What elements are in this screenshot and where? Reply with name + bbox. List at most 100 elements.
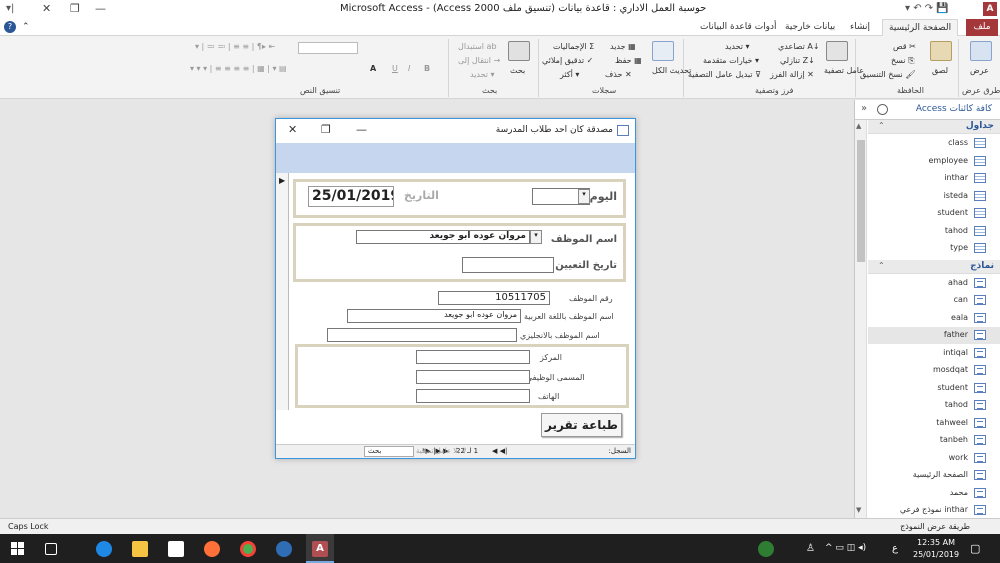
edge-icon[interactable] [96,541,112,557]
collapse-icon[interactable]: ⌃ [878,261,885,270]
nav-section-header[interactable]: ⌃ نماذج [868,259,1000,274]
paste-icon[interactable] [930,41,952,61]
find-button[interactable]: بحث [510,66,525,75]
format-icons[interactable]: ▤ ▾ | ▦ | ≡ ≡ ≡ ≡ | ▾ ▾ ▾ [190,64,287,73]
view-icon[interactable] [970,41,992,61]
nav-table-item[interactable]: tahod [868,223,1000,240]
nav-table-item[interactable]: student [868,205,1000,222]
nav-form-item[interactable]: eala [868,310,1000,327]
nav-form-item[interactable]: student [868,380,1000,397]
qat-icon[interactable]: ▾| [6,3,14,14]
refresh-all-icon[interactable] [652,41,674,61]
cut-button[interactable]: ✂ قص [893,42,916,51]
nav-form-item[interactable]: mosdqat [868,362,1000,379]
qat-customize-icon[interactable]: ▾ ↶ ↷ 💾 [905,3,949,14]
nav-form-item[interactable]: intiqal [868,345,1000,362]
nav-form-item[interactable]: نموذج فرعي inthar [868,502,1000,519]
sort-ascending-button[interactable]: ↓A تصاعدي [778,42,820,51]
font-size-combo[interactable] [298,42,358,54]
form-minimize-button[interactable]: — [356,123,367,136]
people-icon[interactable]: ♙ [806,543,815,554]
clock-date[interactable]: 25/01/2019 [913,550,959,559]
nav-form-item[interactable]: ahad [868,275,1000,292]
font-grow-button[interactable]: A [370,64,376,73]
record-selector[interactable]: ▶ [276,173,289,410]
toggle-filter-button[interactable]: ⊽ تبديل عامل التصفية [688,70,761,79]
sort-descending-button[interactable]: ↓Z تنازلي [780,56,815,65]
remove-sort-button[interactable]: ✕ إزالة الفرز [770,70,814,79]
italic-button[interactable]: I [408,64,410,73]
center-field[interactable] [416,350,530,364]
nav-pane-header[interactable]: » كافة كائنات Access [855,100,1000,120]
chrome-icon[interactable] [240,541,256,557]
help-icon[interactable]: ? [4,21,16,33]
format-painter-button[interactable]: 🖌 نسخ التنسيق [860,70,915,79]
nav-section-header[interactable]: ⌃ جداول [868,120,1000,134]
firefox-icon[interactable] [204,541,220,557]
record-search-input[interactable]: بحث [364,446,414,457]
nav-scrollbar[interactable]: ▲ ▼ [855,120,867,518]
file-explorer-icon[interactable] [132,541,148,557]
more-button[interactable]: ▾ أكثر [560,70,579,79]
phone-field[interactable] [416,389,530,403]
nav-form-item[interactable]: tahweel [868,415,1000,432]
nav-form-item[interactable]: father [868,327,1000,344]
app-icon[interactable] [276,541,292,557]
task-view-icon[interactable] [45,543,57,555]
clock-time[interactable]: 12:35 AM [917,538,955,547]
date-field[interactable]: 25/01/2019 [308,186,394,207]
nav-form-item[interactable]: tanbeh [868,432,1000,449]
employee-name-dropdown-icon[interactable]: ▾ [530,230,542,244]
goto-button[interactable]: → انتقال إلى [458,56,500,65]
job-title-field[interactable] [416,370,530,384]
paragraph-icons[interactable]: ⇤ ▸¶ | ≡ ≡ | ≔ ≔ | ▾ [195,42,275,51]
scroll-down-icon[interactable]: ▼ [856,506,861,514]
advanced-filter-button[interactable]: ▾ خيارات متقدمة [703,56,759,65]
replace-button[interactable]: ab استبدال [458,42,497,51]
tab-file[interactable]: ملف [966,19,998,36]
nav-pane-menu-icon[interactable] [877,104,888,115]
employee-name-english-field[interactable] [327,328,517,342]
store-icon[interactable] [168,541,184,557]
collapse-ribbon-icon[interactable]: ⌃ [22,22,30,32]
collapse-icon[interactable]: ⌃ [878,121,885,130]
nav-form-item[interactable]: can [868,292,1000,309]
notification-icon[interactable]: ▢ [970,542,980,555]
scroll-thumb[interactable] [857,140,865,262]
underline-button[interactable]: U [392,64,398,73]
scroll-up-icon[interactable]: ▲ [856,122,861,130]
find-icon[interactable] [508,41,530,61]
nav-table-item[interactable]: type [868,240,1000,257]
selection-button[interactable]: ▾ تحديد [725,42,750,51]
close-button[interactable]: ✕ [42,2,51,15]
nav-table-item[interactable]: isteda [868,188,1000,205]
language-indicator[interactable]: ع [892,543,898,554]
bold-button[interactable]: B [424,64,430,73]
select-button[interactable]: ▾ تحديد [470,70,495,79]
form-restore-button[interactable]: ❐ [321,123,331,136]
nav-form-item[interactable]: work [868,450,1000,467]
totals-button[interactable]: Σ الإجماليات [553,42,594,51]
employee-name-combo[interactable]: مروان عوده ابو جويعد [356,230,530,244]
view-button[interactable]: عرض [970,66,989,75]
nav-pane-collapse-icon[interactable]: » [861,103,867,114]
employee-number-field[interactable]: 10511705 [438,291,550,305]
refresh-all-button[interactable]: تحديث الكل [652,66,691,75]
nav-table-item[interactable]: class [868,135,1000,152]
tray-icons[interactable]: ^ ▭ ◫ ◂) [825,543,866,553]
employee-name-arabic-field[interactable]: مروان عوده ابو جويعد [347,309,521,323]
tab-home[interactable]: الصفحة الرئيسية [882,19,959,37]
tab-db-tools[interactable]: أدوات قاعدة البيانات [700,22,777,32]
no-filter-indicator[interactable]: ⊽ بلا عامل تصفية [416,447,467,455]
nav-table-item[interactable]: employee [868,153,1000,170]
tab-external-data[interactable]: بيانات خارجية [785,22,835,32]
restore-button[interactable]: ❐ [70,2,80,15]
first-record-button[interactable]: |◀ ◀ [492,447,507,455]
spelling-button[interactable]: ✓ تدقيق إملائي [542,56,593,65]
save-record-button[interactable]: ▦ حفظ [615,56,642,65]
tab-create[interactable]: إنشاء [850,22,870,32]
nav-form-item[interactable]: tahod [868,397,1000,414]
copy-button[interactable]: ⎘ نسخ [891,56,914,66]
day-dropdown-icon[interactable]: ▾ [578,189,590,204]
paste-button[interactable]: لصق [932,66,948,75]
